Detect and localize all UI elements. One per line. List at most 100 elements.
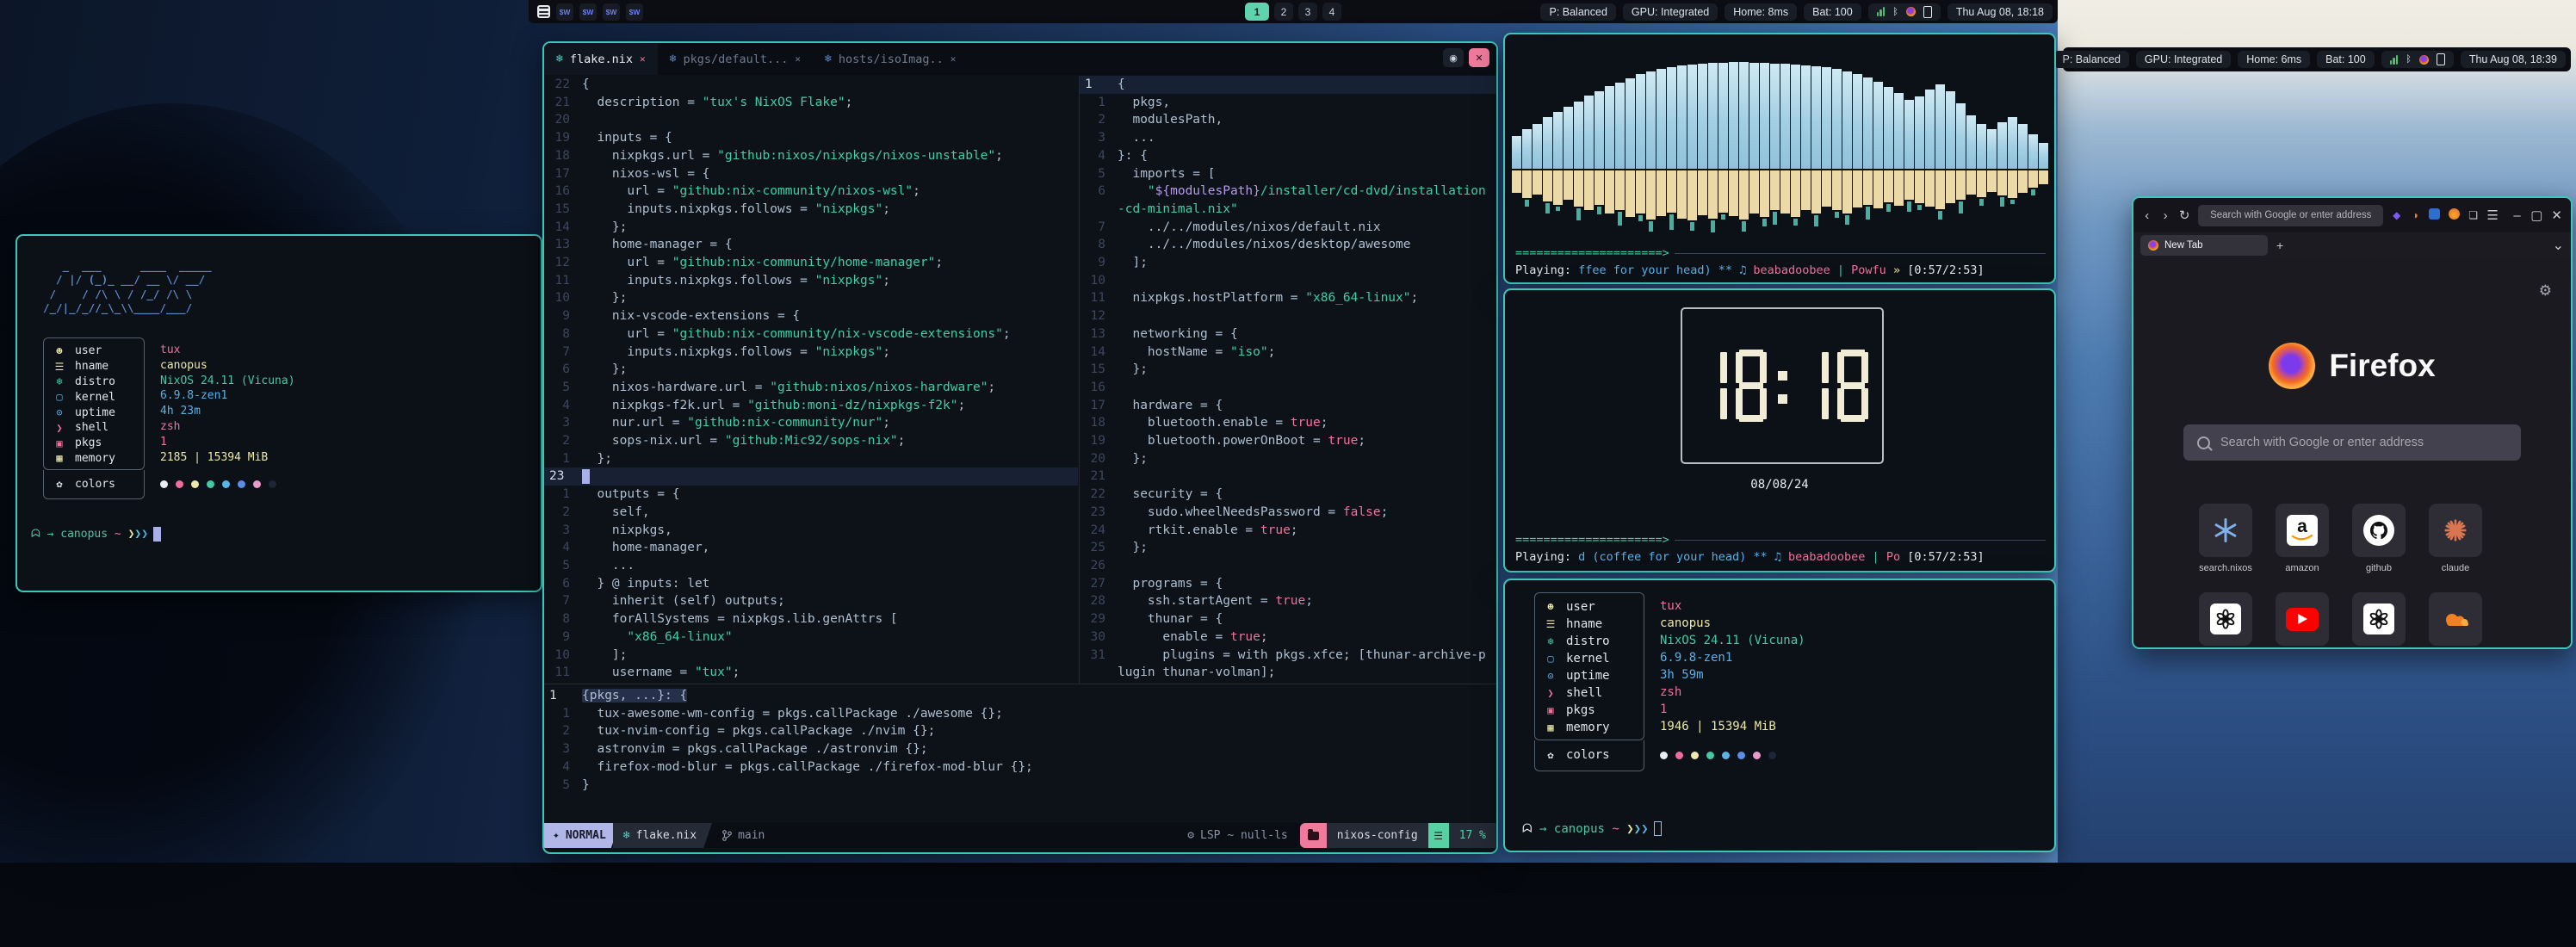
code-line: 4}: { [1080, 147, 1496, 165]
code-line: 17 hardware = { [1080, 397, 1496, 415]
fetch-label: shell [75, 421, 108, 434]
network-icon[interactable] [2390, 55, 2399, 65]
phone-icon[interactable] [2437, 53, 2445, 65]
close-icon[interactable]: ✕ [2551, 207, 2562, 223]
fetch-value: zsh [160, 419, 295, 435]
code-line: 8 url = "github:nix-community/nix-vscode… [544, 325, 1078, 344]
uptime-icon: ⊙ [1544, 670, 1557, 682]
forward-icon[interactable]: › [2160, 208, 2170, 223]
terminal-cava-visualizer[interactable]: =====================> Playing: ffee for… [1503, 33, 2056, 284]
shortcut-tile-amazon[interactable]: aamazon [2276, 504, 2329, 573]
minimize-icon[interactable]: – [2512, 208, 2522, 223]
firefox-icon[interactable] [2419, 55, 2429, 65]
taskbar-app-icon[interactable]: $W [626, 3, 643, 21]
taskbar-app-icon[interactable]: $W [556, 3, 573, 21]
menu-icon[interactable] [537, 5, 550, 18]
shortcut-tile-chatgpt[interactable]: chatgpt [2199, 592, 2252, 649]
amazon-icon: a [2287, 515, 2318, 546]
fetch-row: ▢kernel [44, 389, 144, 405]
code-line: 20 [544, 111, 1078, 129]
workspace-button-1[interactable]: 1 [1245, 3, 1269, 21]
terminal-fastfetch-right[interactable]: ☻user☰hname❄distro▢kernel⊙uptime❯shell▣p… [1503, 579, 2056, 852]
neovim-editor-window[interactable]: ❄flake.nix✕❄pkgs/default...✕❄hosts/isoIm… [542, 41, 1498, 854]
code-line: 1{ [1080, 76, 1496, 94]
fetch-value: 3h 59m [1660, 666, 1805, 684]
bitwarden-icon[interactable] [2429, 208, 2440, 220]
shortcut-tile-github[interactable]: github [2352, 504, 2406, 573]
newtab-search-input[interactable]: Search with Google or enter address [2183, 424, 2521, 461]
shell-prompt[interactable]: ᗣ → canopus ~ ❯❯❯ [31, 527, 161, 542]
shortcut-tile-search-nixos[interactable]: search.nixos [2199, 504, 2252, 573]
code-line: 22 security = { [1080, 486, 1496, 504]
code-line: 3 nur.url = "github:nix-community/nur"; [544, 414, 1078, 432]
network-icon[interactable] [1877, 7, 1886, 16]
editor-tab-pkgs-default-[interactable]: ❄pkgs/default...✕ [658, 43, 813, 75]
clock-date: 08/08/24 [1505, 478, 2054, 492]
code-line: 21 [1080, 467, 1496, 486]
fetch-label: hname [75, 360, 108, 373]
code-line: 12 [1080, 307, 1496, 325]
firefox-window[interactable]: ‹ › ↻ Search with Google or enter addres… [2132, 196, 2573, 649]
code-line: 23 [544, 467, 1078, 486]
editor-close-button[interactable]: ✕ [1469, 48, 1489, 67]
statusline-mode-segment: ✦ NORMAL [544, 823, 620, 848]
editor-toggle-button[interactable]: ◉ [1443, 48, 1464, 67]
url-bar[interactable]: Search with Google or enter address [2198, 205, 2383, 226]
fetch-colors-box: ✿colors [43, 470, 145, 499]
firefox-icon[interactable] [1906, 7, 1916, 16]
tab-close-icon[interactable]: ✕ [951, 53, 957, 65]
workspace-button-3[interactable]: 3 [1298, 3, 1317, 21]
taskbar-app-icon[interactable]: $W [603, 3, 620, 21]
shortcut-tile-chat-openai[interactable]: chat.openai [2352, 592, 2406, 649]
shortcut-tile-cloudflare[interactable]: cloudflare [2429, 592, 2482, 649]
clock-digit [1837, 350, 1868, 422]
shortcut-tile-youtube[interactable]: youtube [2276, 592, 2329, 649]
tab-close-icon[interactable]: ✕ [640, 53, 646, 65]
bluetooth-icon[interactable]: ᛒ [1892, 7, 1898, 17]
tab-close-icon[interactable]: ✕ [795, 53, 801, 65]
bluetooth-icon[interactable]: ᛒ [2406, 54, 2412, 65]
taskbar-app-icon[interactable]: $W [579, 3, 597, 21]
editor-tab-flake-nix[interactable]: ❄flake.nix✕ [544, 43, 658, 75]
statusline-project: nixos-config [1327, 823, 1428, 848]
statusline-branch: main [738, 829, 765, 842]
new-tab-button[interactable]: + [2276, 238, 2283, 252]
shortcut-tile-claude[interactable]: claude [2429, 504, 2482, 573]
fetch-keys-box: ☻user☰hname❄distro▢kernel⊙uptime❯shell▣p… [1534, 592, 1644, 740]
newtab-settings-gear-icon[interactable]: ⚙ [2539, 282, 2552, 300]
hamburger-menu-icon[interactable]: ☰ [2486, 207, 2498, 223]
shell-prompt[interactable]: ᗣ → canopus ~ ❯❯❯ [1522, 821, 1662, 836]
taskbar-apps: $W $W $W $W [556, 3, 643, 21]
maximize-icon[interactable]: ▢ [2530, 207, 2542, 223]
color-swatch [1737, 752, 1745, 759]
reload-icon[interactable]: ↻ [2179, 207, 2190, 223]
addon-icon[interactable] [2449, 208, 2460, 220]
statusline-scroll-percent: 17 % [1449, 823, 1496, 848]
fetch-label: user [1566, 600, 1595, 614]
firefox-newtab-page: ⚙ Firefox Search with Google or enter ad… [2133, 258, 2571, 647]
workspace-button-2[interactable]: 2 [1274, 3, 1293, 21]
code-line: 28 ssh.startAgent = true; [1080, 592, 1496, 610]
terminal-fastfetch-left[interactable]: _ ___ ____ _____ / |/ (_)_ __/ __ \/ __/… [15, 234, 542, 592]
editor-pane-flake-nix[interactable]: 22{21 description = "tux's NixOS Flake";… [544, 76, 1078, 684]
tab-list-chevron-icon[interactable]: ⌄ [2553, 237, 2564, 254]
back-icon[interactable]: ‹ [2142, 208, 2152, 223]
kernel-icon: ▢ [53, 391, 66, 403]
nix-snowflake-icon: ❄ [670, 53, 677, 65]
editor-pane-pkgs-default[interactable]: 1{pkgs, ...}: {1 tux-awesome-wm-config =… [544, 687, 1496, 823]
dark-reader-icon[interactable]: ◑ [2410, 209, 2419, 221]
openai-icon [2363, 603, 2394, 634]
editor-tab-hosts-isoImag-[interactable]: ❄hosts/isoImag..✕ [813, 43, 968, 75]
fetch-value: tux [1660, 597, 1805, 615]
editor-pane-iso-config[interactable]: 1{1 pkgs,2 modulesPath,3 ...4}: {5 impor… [1080, 76, 1496, 684]
tab-new-tab[interactable]: New Tab [2140, 235, 2268, 256]
workspace-button-4[interactable]: 4 [1322, 3, 1341, 21]
fetch-row: ▣pkgs [1535, 702, 1644, 719]
fetch-label: kernel [1566, 652, 1610, 665]
extension-icon[interactable]: ◆ [2392, 209, 2401, 221]
sidebar-icon[interactable]: ❏ [2468, 209, 2478, 221]
fetch-row: ❄distro [1535, 633, 1644, 650]
terminal-tty-clock[interactable]: 08/08/24 =====================> Playing:… [1503, 288, 2056, 573]
editor-statusline: ✦ NORMAL ❄ flake.nix main ⚙LSP ~ null-ls… [544, 823, 1496, 848]
phone-icon[interactable] [1923, 6, 1932, 18]
